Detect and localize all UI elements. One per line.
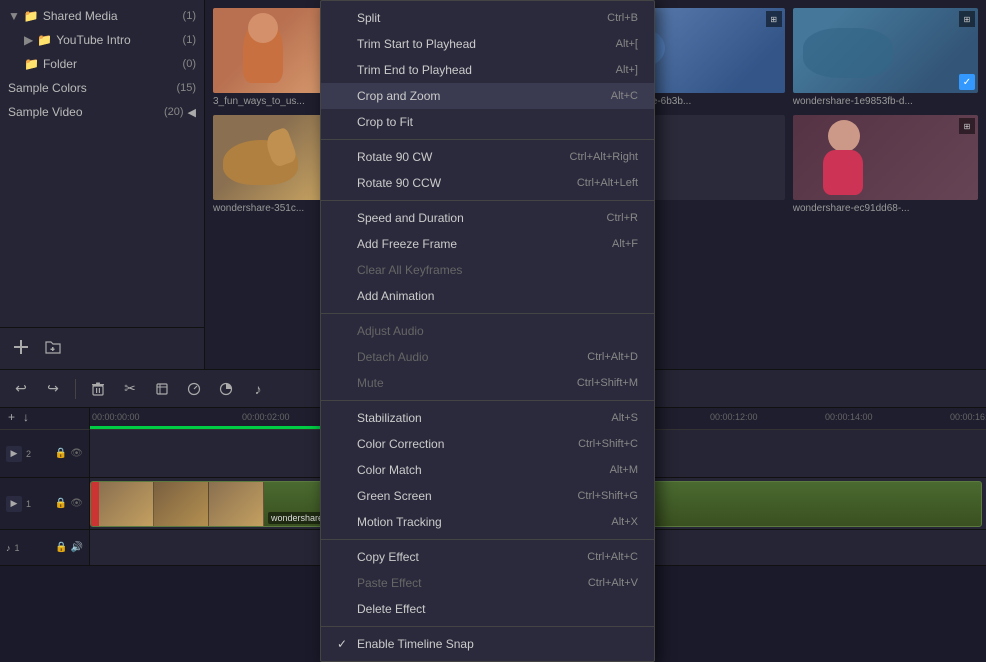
shortcut-trim-start: Alt+[ xyxy=(616,38,638,50)
check-cc xyxy=(337,437,349,451)
check-adjust-audio xyxy=(337,324,349,338)
check-add-anim xyxy=(337,289,349,303)
shortcut-paste-fx: Ctrl+Alt+V xyxy=(588,577,638,589)
shortcut-mt: Alt+X xyxy=(611,516,638,528)
menu-item-crop-zoom[interactable]: Crop and Zoom Alt+C xyxy=(321,83,654,109)
shortcut-split: Ctrl+B xyxy=(607,12,638,24)
shortcut-stab: Alt+S xyxy=(611,412,638,424)
menu-label-motion-tracking: Motion Tracking xyxy=(357,515,442,529)
menu-item-rotate-ccw[interactable]: Rotate 90 CCW Ctrl+Alt+Left xyxy=(321,170,654,196)
menu-divider-3 xyxy=(321,313,654,314)
menu-item-color-match[interactable]: Color Match Alt+M xyxy=(321,457,654,483)
shortcut-detach-audio: Ctrl+Alt+D xyxy=(587,351,638,363)
menu-label-split: Split xyxy=(357,11,380,25)
check-trim-start xyxy=(337,37,349,51)
shortcut-freeze: Alt+F xyxy=(612,238,638,250)
shortcut-gs: Ctrl+Shift+G xyxy=(577,490,638,502)
check-crop-zoom xyxy=(337,89,349,103)
shortcut-trim-end: Alt+] xyxy=(616,64,638,76)
check-crop-fit xyxy=(337,115,349,129)
menu-item-mute: Mute Ctrl+Shift+M xyxy=(321,370,654,396)
menu-label-color-match: Color Match xyxy=(357,463,422,477)
check-clear-kf xyxy=(337,263,349,277)
menu-item-crop-fit[interactable]: Crop to Fit xyxy=(321,109,654,135)
menu-label-delete-effect: Delete Effect xyxy=(357,602,425,616)
menu-item-freeze[interactable]: Add Freeze Frame Alt+F xyxy=(321,231,654,257)
menu-item-stabilization[interactable]: Stabilization Alt+S xyxy=(321,405,654,431)
check-gs xyxy=(337,489,349,503)
check-trim-end xyxy=(337,63,349,77)
menu-label-clear-kf: Clear All Keyframes xyxy=(357,263,462,277)
menu-item-paste-effect: Paste Effect Ctrl+Alt+V xyxy=(321,570,654,596)
shortcut-rotate-ccw: Ctrl+Alt+Left xyxy=(577,177,638,189)
menu-item-speed[interactable]: Speed and Duration Ctrl+R xyxy=(321,205,654,231)
menu-divider-1 xyxy=(321,139,654,140)
menu-label-rotate-ccw: Rotate 90 CCW xyxy=(357,176,441,190)
menu-label-paste-effect: Paste Effect xyxy=(357,576,421,590)
menu-label-green-screen: Green Screen xyxy=(357,489,432,503)
menu-item-green-screen[interactable]: Green Screen Ctrl+Shift+G xyxy=(321,483,654,509)
menu-label-adjust-audio: Adjust Audio xyxy=(357,324,424,338)
check-cm xyxy=(337,463,349,477)
menu-item-delete-effect[interactable]: Delete Effect xyxy=(321,596,654,622)
check-rotate-cw xyxy=(337,150,349,164)
menu-label-mute: Mute xyxy=(357,376,384,390)
check-detach-audio xyxy=(337,350,349,364)
shortcut-mute: Ctrl+Shift+M xyxy=(577,377,638,389)
menu-label-crop-fit: Crop to Fit xyxy=(357,115,413,129)
menu-divider-4 xyxy=(321,400,654,401)
check-freeze xyxy=(337,237,349,251)
menu-label-rotate-cw: Rotate 90 CW xyxy=(357,150,432,164)
menu-label-copy-effect: Copy Effect xyxy=(357,550,419,564)
shortcut-cm: Alt+M xyxy=(610,464,638,476)
shortcut-cc: Ctrl+Shift+C xyxy=(578,438,638,450)
menu-item-timeline-snap[interactable]: ✓ Enable Timeline Snap xyxy=(321,631,654,657)
shortcut-rotate-cw: Ctrl+Alt+Right xyxy=(570,151,638,163)
check-copy-fx xyxy=(337,550,349,564)
menu-divider-2 xyxy=(321,200,654,201)
menu-divider-6 xyxy=(321,626,654,627)
check-speed xyxy=(337,211,349,225)
menu-label-crop-zoom: Crop and Zoom xyxy=(357,89,440,103)
menu-label-speed: Speed and Duration xyxy=(357,211,464,225)
menu-label-trim-start: Trim Start to Playhead xyxy=(357,37,476,51)
check-snap: ✓ xyxy=(337,637,349,651)
check-mute xyxy=(337,376,349,390)
menu-item-color-correction[interactable]: Color Correction Ctrl+Shift+C xyxy=(321,431,654,457)
menu-item-trim-end[interactable]: Trim End to Playhead Alt+] xyxy=(321,57,654,83)
menu-label-timeline-snap: Enable Timeline Snap xyxy=(357,637,474,651)
check-paste-fx xyxy=(337,576,349,590)
context-menu-overlay: Split Ctrl+B Trim Start to Playhead Alt+… xyxy=(0,0,986,662)
menu-item-clear-keyframes: Clear All Keyframes xyxy=(321,257,654,283)
menu-label-trim-end: Trim End to Playhead xyxy=(357,63,472,77)
check-mt xyxy=(337,515,349,529)
shortcut-crop-zoom: Alt+C xyxy=(611,90,638,102)
menu-item-motion-tracking[interactable]: Motion Tracking Alt+X xyxy=(321,509,654,535)
menu-item-rotate-cw[interactable]: Rotate 90 CW Ctrl+Alt+Right xyxy=(321,144,654,170)
context-menu: Split Ctrl+B Trim Start to Playhead Alt+… xyxy=(320,0,655,662)
menu-item-copy-effect[interactable]: Copy Effect Ctrl+Alt+C xyxy=(321,544,654,570)
menu-label-stabilization: Stabilization xyxy=(357,411,422,425)
menu-item-add-animation[interactable]: Add Animation xyxy=(321,283,654,309)
shortcut-copy-fx: Ctrl+Alt+C xyxy=(587,551,638,563)
shortcut-speed: Ctrl+R xyxy=(607,212,638,224)
menu-label-add-animation: Add Animation xyxy=(357,289,434,303)
menu-item-detach-audio: Detach Audio Ctrl+Alt+D xyxy=(321,344,654,370)
check-delete-fx xyxy=(337,602,349,616)
check-split xyxy=(337,11,349,25)
menu-label-freeze: Add Freeze Frame xyxy=(357,237,457,251)
menu-item-split[interactable]: Split Ctrl+B xyxy=(321,5,654,31)
menu-item-trim-start[interactable]: Trim Start to Playhead Alt+[ xyxy=(321,31,654,57)
check-rotate-ccw xyxy=(337,176,349,190)
menu-label-detach-audio: Detach Audio xyxy=(357,350,428,364)
menu-label-color-correction: Color Correction xyxy=(357,437,444,451)
menu-divider-5 xyxy=(321,539,654,540)
menu-item-adjust-audio: Adjust Audio xyxy=(321,318,654,344)
check-stab xyxy=(337,411,349,425)
